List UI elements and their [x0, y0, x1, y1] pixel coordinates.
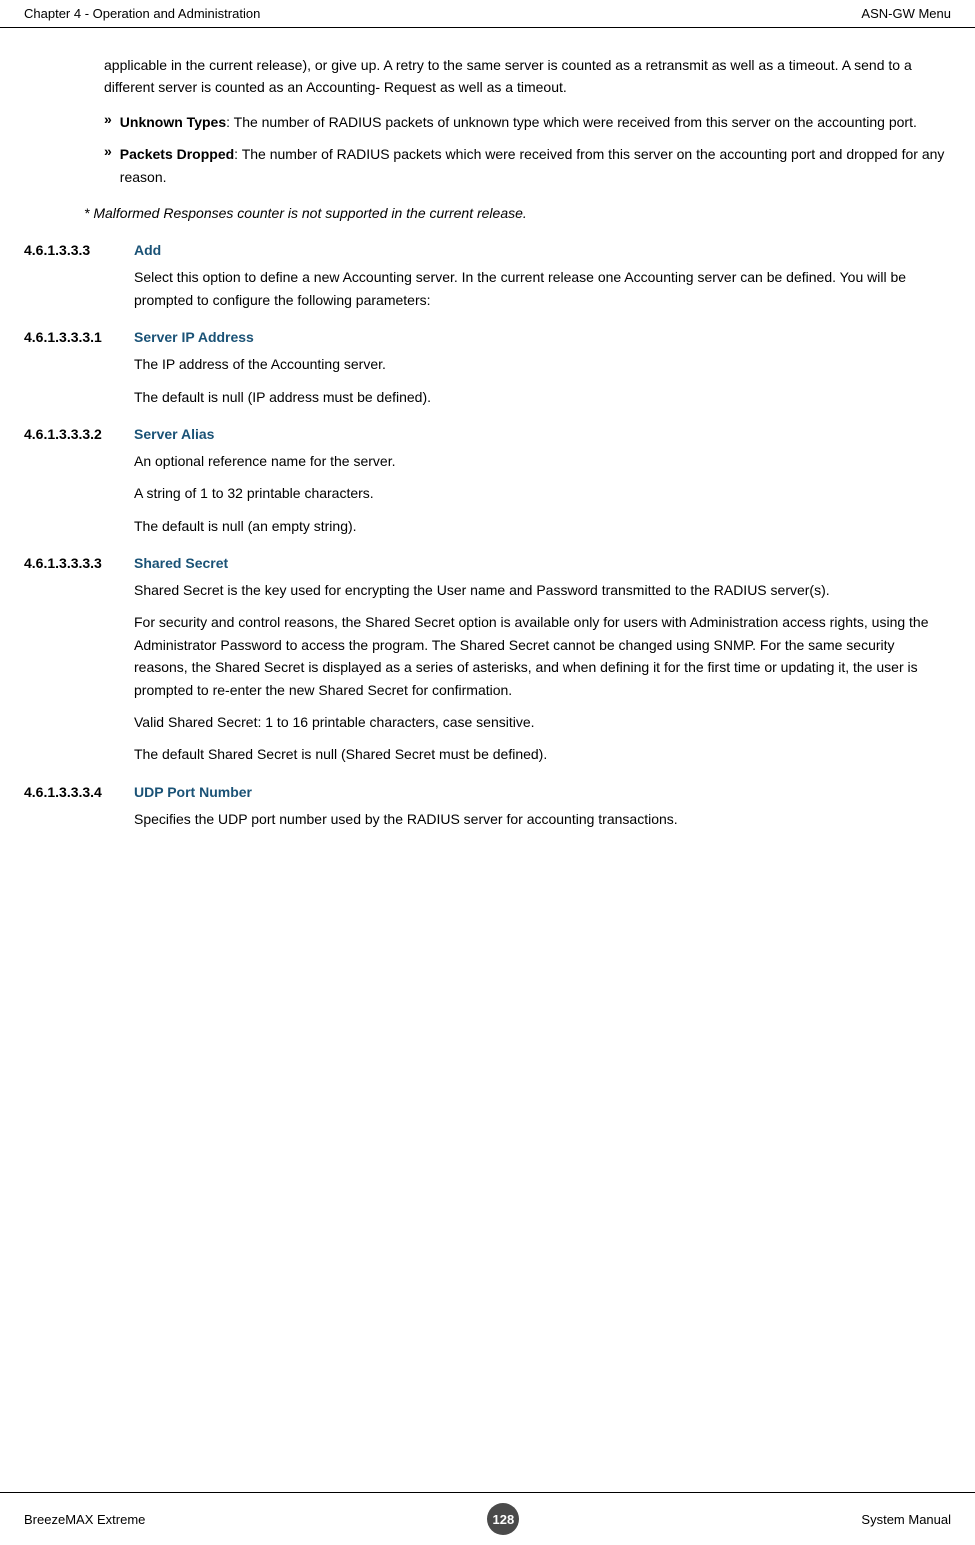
footer-right: System Manual: [861, 1512, 951, 1527]
section-4333-para1: Shared Secret is the key used for encryp…: [134, 579, 951, 601]
bullet-unknown-types: » Unknown Types: The number of RADIUS pa…: [104, 111, 951, 133]
section-4331-body: The IP address of the Accounting server.…: [134, 353, 951, 408]
section-4333-para3: Valid Shared Secret: 1 to 16 printable c…: [134, 711, 951, 733]
footer-left: BreezeMAX Extreme: [24, 1512, 145, 1527]
bullet1-text: : The number of RADIUS packets of unknow…: [226, 114, 917, 130]
section-433-heading: 4.6.1.3.3.3 Add: [24, 242, 951, 258]
bullet2-bold: Packets Dropped: [120, 146, 234, 162]
bullet-packets-dropped: » Packets Dropped: The number of RADIUS …: [104, 143, 951, 188]
section-4334-body: Specifies the UDP port number used by th…: [134, 808, 951, 830]
bullet1-bold: Unknown Types: [120, 114, 226, 130]
page-footer: BreezeMAX Extreme 128 System Manual: [0, 1492, 975, 1545]
section-4334-num: 4.6.1.3.3.3.4: [24, 784, 134, 800]
section-4331-para2: The default is null (IP address must be …: [134, 386, 951, 408]
section-4332-para3: The default is null (an empty string).: [134, 515, 951, 537]
section-4331-title: Server IP Address: [134, 329, 254, 345]
section-433-num: 4.6.1.3.3.3: [24, 242, 134, 258]
section-4331-heading: 4.6.1.3.3.3.1 Server IP Address: [24, 329, 951, 345]
section-433-body: Select this option to define a new Accou…: [134, 266, 951, 311]
section-4334-heading: 4.6.1.3.3.3.4 UDP Port Number: [24, 784, 951, 800]
section-4334-title: UDP Port Number: [134, 784, 252, 800]
section-4333-title: Shared Secret: [134, 555, 228, 571]
section-4332-para2: A string of 1 to 32 printable characters…: [134, 482, 951, 504]
header-right: ASN-GW Menu: [861, 6, 951, 21]
section-4333-para4: The default Shared Secret is null (Share…: [134, 743, 951, 765]
bullet-arrow-2: »: [104, 143, 112, 188]
bullet2-text: : The number of RADIUS packets which wer…: [120, 146, 945, 184]
section-4334-para1: Specifies the UDP port number used by th…: [134, 808, 951, 830]
malformed-note: * Malformed Responses counter is not sup…: [84, 202, 951, 224]
section-4331-num: 4.6.1.3.3.3.1: [24, 329, 134, 345]
page-number-badge: 128: [487, 1503, 519, 1535]
page-header: Chapter 4 - Operation and Administration…: [0, 0, 975, 28]
intro-paragraph: applicable in the current release), or g…: [104, 54, 951, 99]
page-number: 128: [493, 1512, 515, 1527]
section-433-para: Select this option to define a new Accou…: [134, 266, 951, 311]
section-4333-body: Shared Secret is the key used for encryp…: [134, 579, 951, 766]
bullet-content-1: Unknown Types: The number of RADIUS pack…: [120, 111, 917, 133]
section-4332-para1: An optional reference name for the serve…: [134, 450, 951, 472]
section-4333-heading: 4.6.1.3.3.3.3 Shared Secret: [24, 555, 951, 571]
section-4332-heading: 4.6.1.3.3.3.2 Server Alias: [24, 426, 951, 442]
bullet-arrow-1: »: [104, 111, 112, 133]
section-4332-num: 4.6.1.3.3.3.2: [24, 426, 134, 442]
page-content: applicable in the current release), or g…: [0, 28, 975, 920]
section-433-title: Add: [134, 242, 161, 258]
header-left: Chapter 4 - Operation and Administration: [24, 6, 260, 21]
bullet-content-2: Packets Dropped: The number of RADIUS pa…: [120, 143, 951, 188]
section-4332-body: An optional reference name for the serve…: [134, 450, 951, 537]
section-4333-para2: For security and control reasons, the Sh…: [134, 611, 951, 701]
section-4331-para1: The IP address of the Accounting server.: [134, 353, 951, 375]
section-4332-title: Server Alias: [134, 426, 214, 442]
section-4333-num: 4.6.1.3.3.3.3: [24, 555, 134, 571]
